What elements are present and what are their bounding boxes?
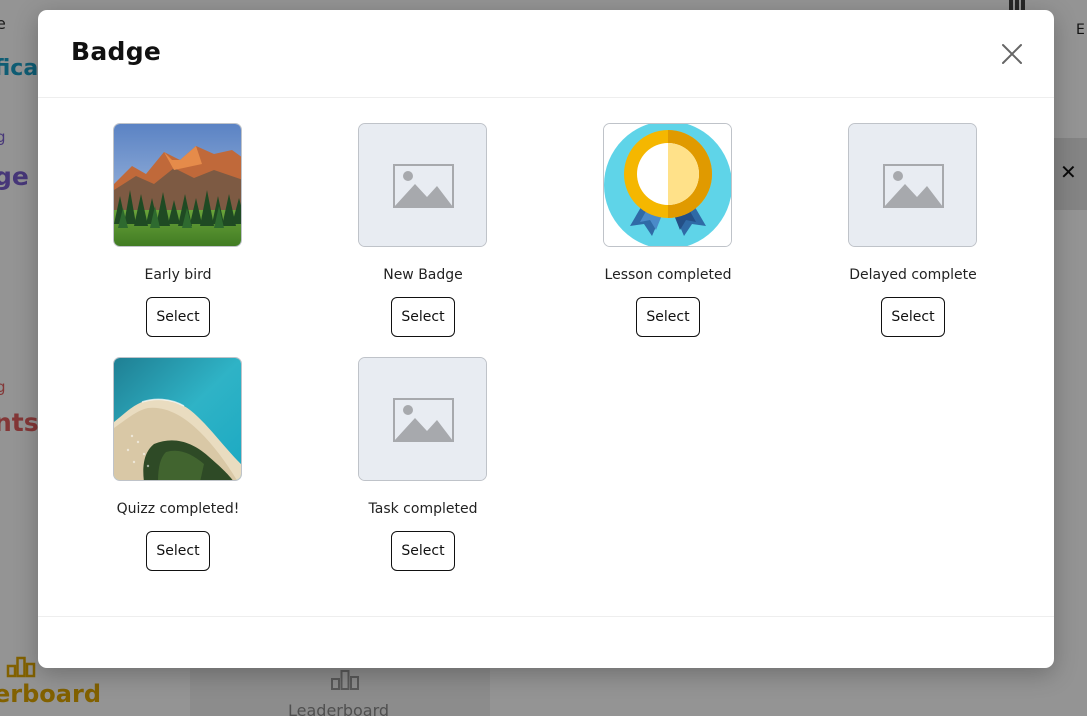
badge-image [603, 123, 732, 247]
badge-grid: Early bird Select New Badge Select Lesso… [38, 99, 1054, 617]
badge-card: New Badge Select [313, 123, 533, 348]
badge-card: Early bird Select [68, 123, 288, 348]
modal-title: Badge [71, 37, 162, 66]
modal-footer [38, 616, 1054, 668]
select-button[interactable]: Select [146, 297, 210, 337]
image-placeholder-icon [849, 124, 976, 246]
image-placeholder-icon [359, 358, 486, 480]
select-button[interactable]: Select [146, 531, 210, 571]
badge-image [113, 357, 242, 481]
select-button[interactable]: Select [391, 297, 455, 337]
close-button[interactable] [998, 40, 1026, 68]
select-button[interactable]: Select [881, 297, 945, 337]
badge-card: Delayed complete Select [803, 123, 1023, 348]
select-button[interactable]: Select [391, 531, 455, 571]
badge-image [358, 123, 487, 247]
badge-name: Quizz completed! [116, 501, 240, 517]
image-placeholder-icon [359, 124, 486, 246]
medal-ribbon-icon [604, 124, 731, 246]
badge-name: Lesson completed [604, 267, 732, 283]
badge-name: Early bird [144, 267, 212, 283]
badge-card: Quizz completed! Select [68, 357, 288, 582]
beach-aerial-photo [114, 358, 241, 480]
badge-name: New Badge [383, 267, 463, 283]
badge-name: Task completed [368, 501, 478, 517]
badge-image [848, 123, 977, 247]
badge-image [113, 123, 242, 247]
badge-card: Lesson completed Select [558, 123, 778, 348]
select-button[interactable]: Select [636, 297, 700, 337]
close-icon [1002, 44, 1022, 64]
badge-name: Delayed complete [849, 267, 977, 283]
badge-image [358, 357, 487, 481]
mountain-forest-photo [114, 124, 241, 246]
badge-card: Task completed Select [313, 357, 533, 582]
modal-header: Badge [38, 10, 1054, 98]
badge-modal: Badge Early bird Select New Badge Select… [38, 10, 1054, 668]
